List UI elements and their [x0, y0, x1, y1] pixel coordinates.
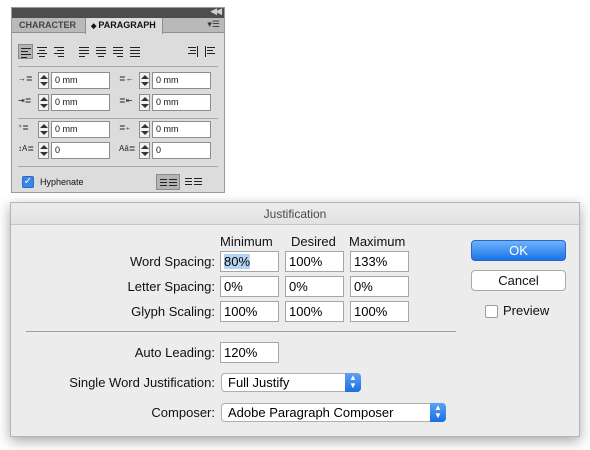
- space-before-icon: ⁺≣: [18, 123, 29, 132]
- chevron-updown-icon: ▲ ▼: [345, 373, 361, 392]
- justification-dialog: Justification Minimum Desired Maximum Wo…: [10, 202, 580, 437]
- letter-spacing-max-input[interactable]: 0%: [350, 276, 409, 297]
- first-line-indent-input[interactable]: 0 mm: [51, 94, 110, 111]
- justify-last-left-icon[interactable]: [77, 44, 92, 59]
- word-spacing-max-input[interactable]: 133%: [350, 251, 409, 272]
- glyph-scaling-min-input[interactable]: 100%: [220, 301, 279, 322]
- justify-last-right-icon[interactable]: [111, 44, 126, 59]
- drop-cap-lines-field: ↕A≣ 0: [18, 142, 114, 159]
- word-spacing-desired-input[interactable]: 100%: [285, 251, 344, 272]
- hyphenate-label: Hyphenate: [40, 177, 84, 187]
- align-left-icon[interactable]: [18, 44, 33, 59]
- tab-stepper-icon: ◆: [91, 23, 97, 30]
- column-maximum: Maximum: [349, 234, 406, 249]
- last-line-indent-icon: ≣⇤: [119, 96, 133, 105]
- glyph-scaling-max-input[interactable]: 100%: [350, 301, 409, 322]
- align-toward-spine-icon[interactable]: [186, 44, 201, 59]
- panel-tab-bar: CHARACTER ◆ PARAGRAPH ▾☰: [12, 18, 224, 34]
- composer-value: Adobe Paragraph Composer: [228, 405, 394, 420]
- panel-divider: [18, 118, 218, 119]
- single-line-composer-icon[interactable]: [182, 174, 206, 190]
- letter-spacing-min-input[interactable]: 0%: [220, 276, 279, 297]
- paragraph-panel: ◀◀ CHARACTER ◆ PARAGRAPH ▾☰ →≣ 0 mm ≣← 0…: [11, 6, 225, 193]
- left-indent-icon: →≣: [18, 74, 33, 83]
- drop-cap-lines-input[interactable]: 0: [51, 142, 110, 159]
- preview-label: Preview: [503, 303, 550, 318]
- last-line-indent-input[interactable]: 0 mm: [152, 94, 211, 111]
- single-word-justification-label: Single Word Justification:: [69, 375, 215, 390]
- composer-label: Composer:: [151, 405, 215, 420]
- glyph-scaling-label: Glyph Scaling:: [131, 304, 215, 319]
- panel-divider: [18, 166, 218, 167]
- right-indent-stepper[interactable]: [139, 72, 150, 89]
- word-spacing-label: Word Spacing:: [129, 254, 215, 269]
- glyph-scaling-desired-input[interactable]: 100%: [285, 301, 344, 322]
- right-indent-input[interactable]: 0 mm: [152, 72, 211, 89]
- letter-spacing-desired-input[interactable]: 0%: [285, 276, 344, 297]
- space-before-input[interactable]: 0 mm: [51, 121, 110, 138]
- drop-cap-chars-icon: Aā≣: [119, 144, 136, 153]
- align-center-icon[interactable]: [35, 44, 50, 59]
- last-line-indent-field: ≣⇤ 0 mm: [119, 94, 215, 111]
- collapse-panel-icon[interactable]: ◀◀: [210, 6, 222, 17]
- space-before-field: ⁺≣ 0 mm: [18, 121, 114, 138]
- left-indent-field: →≣ 0 mm: [18, 72, 114, 89]
- last-line-indent-stepper[interactable]: [139, 94, 150, 111]
- space-after-input[interactable]: 0 mm: [152, 121, 211, 138]
- chevron-updown-icon: ▲ ▼: [430, 403, 446, 422]
- paragraph-composer-icon[interactable]: [156, 174, 180, 190]
- align-away-from-spine-icon[interactable]: [203, 44, 218, 59]
- panel-divider: [18, 66, 218, 67]
- first-line-indent-stepper[interactable]: [38, 94, 49, 111]
- preview-checkbox[interactable]: [485, 305, 498, 318]
- word-spacing-min-input[interactable]: 80%: [220, 251, 279, 272]
- single-word-justification-select[interactable]: Full Justify ▲ ▼: [221, 373, 361, 392]
- drop-cap-chars-field: Aā≣ 0: [119, 142, 215, 159]
- drop-cap-lines-icon: ↕A≣: [18, 144, 35, 153]
- single-word-justification-value: Full Justify: [228, 375, 290, 390]
- drop-cap-lines-stepper[interactable]: [38, 142, 49, 159]
- space-after-icon: ≣₊: [119, 123, 130, 132]
- left-indent-input[interactable]: 0 mm: [51, 72, 110, 89]
- right-indent-icon: ≣←: [119, 74, 134, 83]
- cancel-button[interactable]: Cancel: [471, 270, 566, 291]
- column-minimum: Minimum: [220, 234, 273, 249]
- right-indent-field: ≣← 0 mm: [119, 72, 215, 89]
- dialog-title: Justification: [11, 203, 579, 225]
- panel-menu-icon[interactable]: ▾☰: [207, 19, 220, 30]
- space-before-stepper[interactable]: [38, 121, 49, 138]
- space-after-field: ≣₊ 0 mm: [119, 121, 215, 138]
- left-indent-stepper[interactable]: [38, 72, 49, 89]
- first-line-indent-icon: ⇥≣: [18, 96, 32, 105]
- column-desired: Desired: [291, 234, 336, 249]
- composer-select[interactable]: Adobe Paragraph Composer ▲ ▼: [221, 403, 446, 422]
- auto-leading-input[interactable]: 120%: [220, 342, 279, 363]
- ok-button[interactable]: OK: [471, 240, 566, 261]
- drop-cap-chars-stepper[interactable]: [139, 142, 150, 159]
- auto-leading-label: Auto Leading:: [134, 345, 215, 360]
- word-spacing-min-value: 80%: [224, 254, 251, 269]
- dialog-divider: [26, 331, 456, 332]
- justify-all-icon[interactable]: [128, 44, 143, 59]
- panel-title-bar[interactable]: ◀◀: [12, 6, 224, 18]
- tab-paragraph[interactable]: ◆ PARAGRAPH: [85, 18, 163, 34]
- justify-last-center-icon[interactable]: [94, 44, 109, 59]
- hyphenate-checkbox[interactable]: ✓: [22, 176, 34, 188]
- first-line-indent-field: ⇥≣ 0 mm: [18, 94, 114, 111]
- drop-cap-chars-input[interactable]: 0: [152, 142, 211, 159]
- space-after-stepper[interactable]: [139, 121, 150, 138]
- tab-character[interactable]: CHARACTER: [14, 18, 84, 33]
- align-right-icon[interactable]: [52, 44, 67, 59]
- letter-spacing-label: Letter Spacing:: [127, 279, 215, 294]
- tab-paragraph-label: PARAGRAPH: [98, 20, 156, 30]
